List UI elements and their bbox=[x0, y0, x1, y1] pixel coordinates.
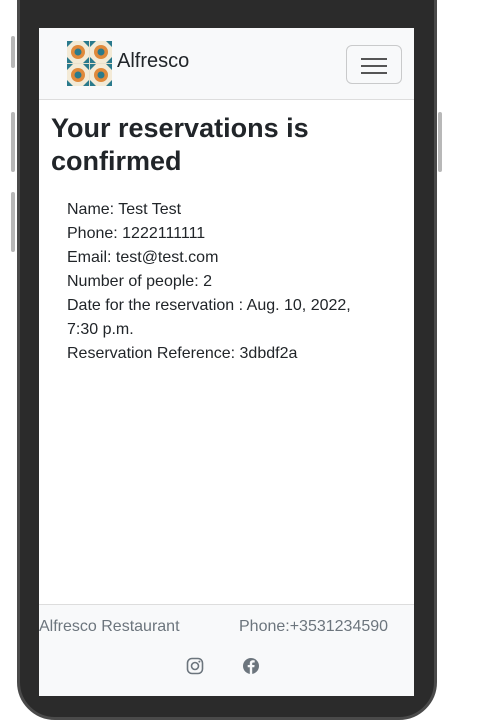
restaurant-logo[interactable] bbox=[67, 41, 112, 86]
logo-tile bbox=[67, 41, 89, 63]
phone-side-button bbox=[11, 36, 15, 68]
detail-reference: Reservation Reference: 3dbdf2a bbox=[67, 345, 298, 362]
detail-name: Name: Test Test bbox=[67, 201, 182, 218]
hamburger-menu-icon bbox=[361, 72, 387, 74]
app-screen: Alfresco Your reservations is confirmed … bbox=[39, 28, 414, 696]
facebook-icon[interactable] bbox=[242, 657, 260, 675]
logo-tile bbox=[90, 64, 112, 86]
page-title: Your reservations is confirmed bbox=[51, 113, 309, 176]
phone-volume-down-button bbox=[11, 192, 15, 252]
phone-power-button bbox=[438, 112, 442, 172]
footer-restaurant-name: Alfresco Restaurant bbox=[39, 618, 180, 635]
reservation-details: Name: Test Test Phone: 1222111111 Email:… bbox=[51, 198, 371, 366]
navbar: Alfresco bbox=[39, 28, 414, 100]
logo-tile bbox=[90, 41, 112, 63]
detail-people: Number of people: 2 bbox=[67, 273, 212, 290]
footer: Alfresco Restaurant Phone:+3531234590 bbox=[39, 604, 414, 696]
footer-phone: Phone:+3531234590 bbox=[239, 618, 389, 635]
brand-name[interactable]: Alfresco bbox=[117, 50, 189, 73]
detail-phone: Phone: 1222111111 bbox=[67, 225, 206, 242]
detail-date: Date for the reservation : Aug. 10, 2022… bbox=[67, 297, 351, 338]
phone-volume-up-button bbox=[11, 112, 15, 172]
detail-email: Email: test@test.com bbox=[67, 249, 219, 266]
main-content: Your reservations is confirmed Name: Tes… bbox=[39, 100, 414, 366]
hamburger-menu-icon bbox=[361, 58, 387, 60]
hamburger-menu-icon bbox=[361, 65, 387, 67]
hamburger-menu-button[interactable] bbox=[346, 45, 402, 84]
logo-tile bbox=[67, 64, 89, 86]
instagram-icon[interactable] bbox=[186, 657, 204, 675]
